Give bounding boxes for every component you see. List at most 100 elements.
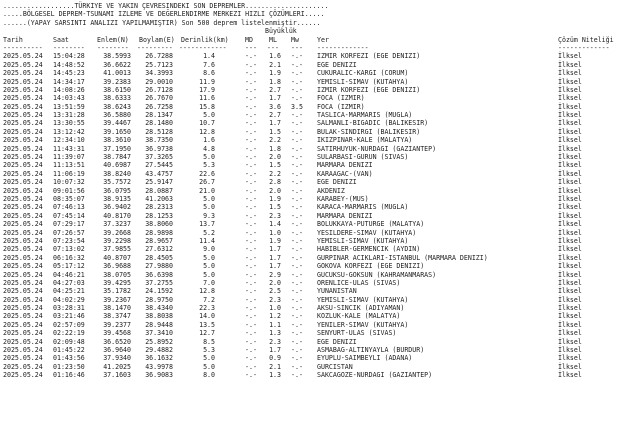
cell-mw: -.- [291,60,303,69]
cell-saat: 09:01:56 [53,186,85,195]
cell-ml: 2.5 [269,287,281,296]
title-line-3: ......(YAPAY SARSINTI ANALIZI YAPILMAMIŞ… [3,18,321,27]
cell-mw: -.- [291,161,303,170]
cell-yer: BULAK-SINDIRGI (BALIKESIR) [317,127,421,136]
cell-boylam: 37.2755 [145,278,173,287]
cell-yer: KARABEY-(MUS) [317,194,369,203]
col-header-saat: Saat [53,35,69,44]
cell-mw: -.- [291,270,303,279]
cell-tarih: 2025.05.24 [3,85,43,94]
cell-cozum: İlksel [558,371,582,380]
cell-md: -.- [245,77,257,86]
cell-derinlik: 5.0 [203,194,215,203]
cell-ml: 1.1 [269,320,281,329]
cell-enlem: 39.2298 [103,236,131,245]
cell-saat: 07:13:02 [53,245,85,254]
cell-saat: 01:23:50 [53,362,85,371]
magnitude-group-header: Büyüklük [3,27,640,35]
cell-ml: 1.7 [269,346,281,355]
cell-md: -.- [245,161,257,170]
cell-saat: 13:31:28 [53,111,85,120]
cell-derinlik: 13.7 [199,220,215,229]
cell-yer: KARAAGAC-(VAN) [317,169,373,178]
cell-tarih: 2025.05.24 [3,312,43,321]
cell-saat: 07:29:17 [53,220,85,229]
cell-enlem: 38.5993 [103,52,131,61]
cell-boylam: 34.3993 [145,69,173,78]
sep-mw: --- [291,43,303,52]
cell-saat: 14:03:43 [53,94,85,103]
cell-enlem: 37.1950 [103,144,131,153]
cell-boylam: 38.8038 [145,312,173,321]
cell-ml: 2.7 [269,85,281,94]
cell-boylam: 27.6312 [145,245,173,254]
cell-saat: 11:39:07 [53,153,85,162]
cell-ml: 0.9 [269,354,281,363]
cell-derinlik: 12.8 [199,287,215,296]
table-row: 2025.05.24 03:28:31 38.1470 38.4340 22.3 -.- 1… [3,304,640,312]
cell-saat: 13:30:55 [53,119,85,128]
cell-mw: -.- [291,136,303,145]
cell-enlem: 37.9340 [103,354,131,363]
table-row: 2025.05.24 02:57:09 39.2377 28.9448 13.5 -.- 1… [3,321,640,329]
cell-yer: ORENLICE-ULAS (SIVAS) [317,278,401,287]
cell-boylam: 28.4505 [145,253,173,262]
cell-boylam: 36.9083 [145,371,173,380]
cell-md: -.- [245,119,257,128]
cell-mw: -.- [291,111,303,120]
cell-mw: -.- [291,153,303,162]
cell-cozum: İlksel [558,119,582,128]
cell-yer: KOZLUK-KALE (MALATYA) [317,312,401,321]
cell-ml: 1.0 [269,304,281,313]
cell-md: -.- [245,60,257,69]
cell-enlem: 36.5880 [103,111,131,120]
cell-cozum: İlksel [558,60,582,69]
cell-tarih: 2025.05.24 [3,371,43,380]
cell-cozum: İlksel [558,144,582,153]
cell-yer: YEMISLI-SIMAV (KUTAHYA) [317,295,409,304]
cell-md: -.- [245,354,257,363]
cell-md: -.- [245,220,257,229]
cell-tarih: 2025.05.24 [3,245,43,254]
cell-ml: 2.3 [269,211,281,220]
cell-enlem: 35.7572 [103,178,131,187]
cell-tarih: 2025.05.24 [3,253,43,262]
col-header-derinlik: Derinlik(km) [181,35,229,44]
cell-yer: KARACA-MARMARIS (MUGLA) [317,203,409,212]
cell-md: -.- [245,253,257,262]
table-row: 2025.05.24 04:25:21 35.1782 24.1592 12.8 -.- 2… [3,287,640,295]
cell-mw: -.- [291,211,303,220]
cell-ml: 1.5 [269,203,281,212]
cell-tarih: 2025.05.24 [3,354,43,363]
cell-mw: -.- [291,69,303,78]
cell-boylam: 36.6398 [145,270,173,279]
cell-ml: 2.3 [269,295,281,304]
table-row: 2025.05.24 02:09:48 36.6520 25.8952 8.5 -.- 2.… [3,338,640,346]
cell-derinlik: 5.0 [203,354,215,363]
cell-boylam: 24.1592 [145,287,173,296]
cell-tarih: 2025.05.24 [3,320,43,329]
cell-derinlik: 9.0 [203,245,215,254]
cell-cozum: İlksel [558,69,582,78]
cell-boylam: 36.9738 [145,144,173,153]
cell-md: -.- [245,329,257,338]
cell-md: -.- [245,346,257,355]
cell-ml: 1.7 [269,253,281,262]
sep-derinlik: ------------ [179,43,227,52]
cell-ml: 2.2 [269,169,281,178]
col-header-tarih: Tarih [3,35,23,44]
cell-md: -.- [245,203,257,212]
cell-derinlik: 7.0 [203,278,215,287]
cell-tarih: 2025.05.24 [3,169,43,178]
cell-mw: -.- [291,295,303,304]
cell-cozum: İlksel [558,186,582,195]
cell-derinlik: 11.9 [199,77,215,86]
cell-tarih: 2025.05.24 [3,127,43,136]
cell-tarih: 2025.05.24 [3,136,43,145]
cell-cozum: İlksel [558,320,582,329]
cell-md: -.- [245,320,257,329]
cell-enlem: 37.3237 [103,220,131,229]
cell-mw: -.- [291,262,303,271]
cell-enlem: 41.0013 [103,69,131,78]
cell-mw: -.- [291,236,303,245]
